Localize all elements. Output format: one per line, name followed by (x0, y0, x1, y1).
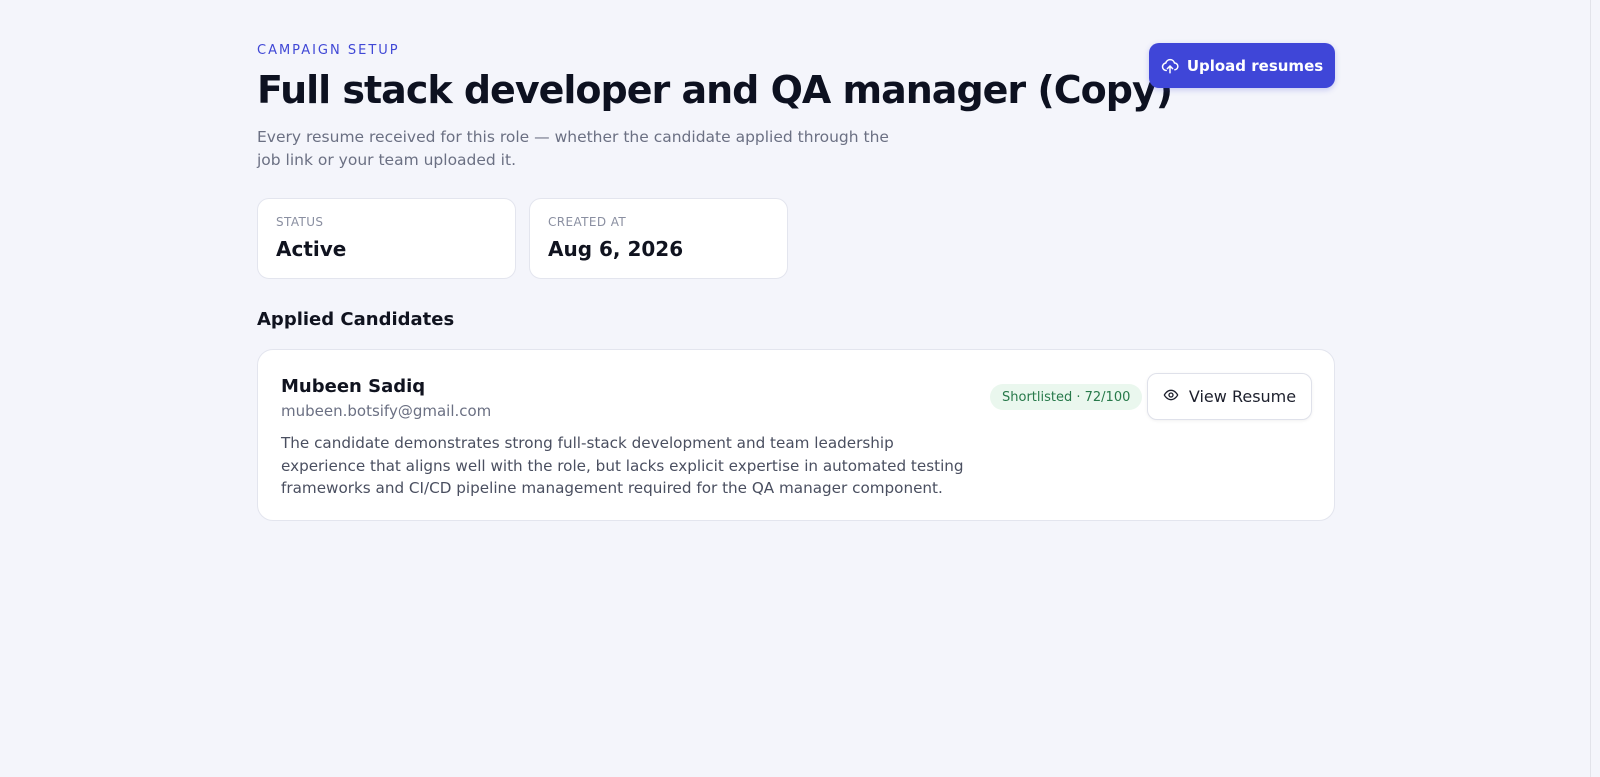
candidate-summary: The candidate demonstrates strong full-s… (281, 434, 964, 497)
created-at-value: Aug 6, 2026 (548, 237, 684, 261)
eye-icon (1163, 387, 1179, 407)
view-resume-label: View Resume (1188, 387, 1297, 406)
status-value: Active (276, 237, 347, 261)
created-at-card: CREATED AT Aug 6, 2026 (529, 198, 788, 279)
upload-resumes-label: Upload resumes (1186, 56, 1324, 75)
status-card: STATUS Active (257, 198, 516, 279)
upload-resumes-button[interactable]: Upload resumes (1149, 43, 1335, 88)
eyebrow-label: CAMPAIGN SETUP (257, 43, 400, 58)
candidate-name: Mubeen Sadiq (281, 376, 426, 397)
shortlist-status-badge: Shortlisted · 72/100 (990, 384, 1143, 410)
candidate-email: mubeen.botsify@gmail.com (281, 402, 492, 420)
page-subtitle: Every resume received for this role — wh… (257, 128, 889, 169)
page-divider (1590, 0, 1591, 777)
status-label: STATUS (276, 215, 324, 229)
view-resume-button[interactable]: View Resume (1147, 373, 1312, 420)
page-title: Full stack developer and QA manager (Cop… (257, 68, 1173, 112)
created-at-label: CREATED AT (548, 215, 627, 229)
candidate-card: Mubeen Sadiq mubeen.botsify@gmail.com Th… (257, 349, 1335, 521)
applied-candidates-heading: Applied Candidates (257, 309, 455, 330)
cloud-upload-icon (1161, 57, 1179, 75)
